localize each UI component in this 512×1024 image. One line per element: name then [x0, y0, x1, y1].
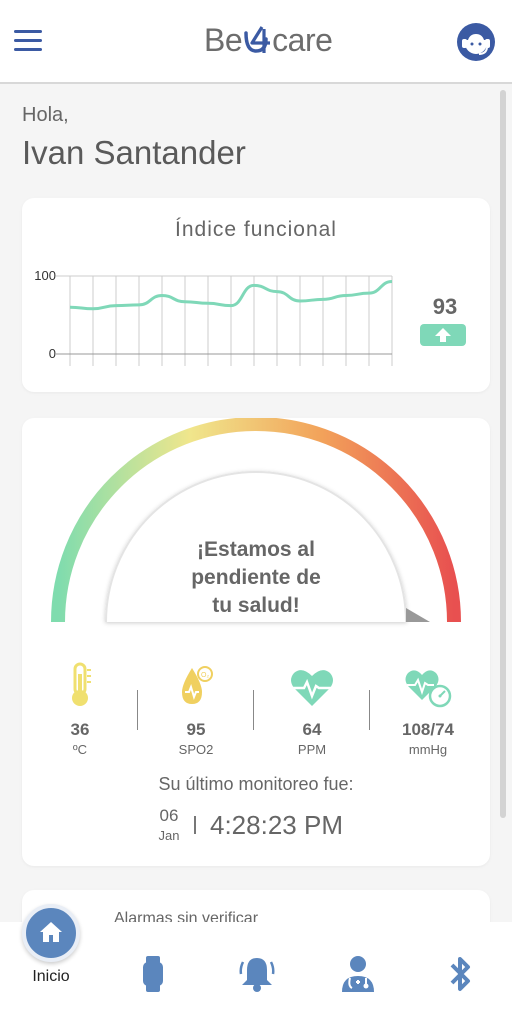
bottom-navigation: Inicio: [0, 904, 512, 1024]
hamburger-menu-icon[interactable]: [14, 30, 46, 56]
vital-unit: PPM: [297, 742, 327, 757]
greeting-text: Hola,: [22, 104, 69, 126]
vitals-row: 36 ºC O₂ 95 SPO2 64 PPM 108/74 mmHg: [22, 660, 490, 760]
logo-suffix: care: [272, 22, 333, 58]
user-name: Ivan Santander: [22, 134, 246, 171]
home-label[interactable]: Inicio: [22, 968, 80, 986]
vital-value: 95: [186, 720, 206, 739]
vital-value: 64: [302, 720, 322, 739]
smartwatch-icon: [143, 956, 163, 992]
trend-badge: [420, 324, 466, 346]
nav-doctor[interactable]: [338, 954, 378, 999]
vital-unit: ºC: [72, 742, 88, 757]
scrollbar[interactable]: [500, 90, 506, 818]
doctor-icon: [342, 956, 374, 992]
svg-text:O₂: O₂: [201, 672, 209, 679]
gauge-message-line-2: pendiente de: [191, 566, 321, 589]
vital-value: 36: [70, 720, 90, 739]
vital-unit: mmHg: [408, 742, 448, 757]
gauge-message-line-1: ¡Estamos al: [197, 538, 315, 561]
home-icon: [40, 922, 62, 942]
functional-index-chart: 0 100: [34, 268, 393, 366]
last-monitoring-month: Jan: [158, 828, 180, 843]
gauge-message-line-3: tu salud!: [212, 594, 300, 617]
last-monitoring-label: Su último monitoreo fue:: [158, 774, 354, 794]
app-logo: Be care: [204, 22, 333, 62]
vital-temperature[interactable]: 36 ºC: [22, 660, 138, 757]
thermometer-icon: [72, 662, 91, 706]
nav-alarms[interactable]: [238, 954, 276, 999]
bluetooth-icon: [450, 957, 470, 991]
date-time-divider: [194, 816, 196, 834]
gauge-message: ¡Estamos al pendiente de tu salud!: [156, 536, 356, 620]
vital-value: 108/74: [402, 720, 454, 739]
last-monitoring-time: 4:28:23 PM: [210, 810, 343, 840]
app-header: Be care: [0, 0, 512, 84]
bell-icon: [239, 958, 275, 992]
y-tick-label: 100: [34, 268, 56, 283]
nav-bluetooth[interactable]: [448, 954, 474, 999]
last-monitoring-day: 06: [159, 806, 179, 825]
nav-devices[interactable]: [140, 954, 166, 999]
arrow-up-icon: [435, 328, 451, 342]
headset-support-icon[interactable]: [456, 22, 496, 62]
logo-four-glyph-icon: [244, 26, 271, 53]
gauge-needle-icon: [406, 608, 430, 622]
health-status-card: ¡Estamos al pendiente de tu salud! 36 ºC: [22, 418, 490, 866]
vital-blood-pressure[interactable]: 108/74 mmHg: [370, 660, 486, 757]
blood-pressure-icon: [405, 670, 452, 708]
oxygen-drop-icon: O₂: [182, 666, 213, 704]
home-button[interactable]: [22, 904, 80, 962]
y-tick-label: 0: [49, 346, 56, 361]
functional-index-value: 93: [432, 294, 458, 319]
heart-pulse-icon: [291, 670, 333, 706]
functional-index-title: Índice funcional: [175, 218, 337, 241]
logo-prefix: Be: [204, 22, 243, 58]
vital-unit: SPO2: [178, 742, 214, 757]
vital-heart-rate[interactable]: 64 PPM: [254, 660, 370, 757]
functional-index-card[interactable]: Índice funcional 0 100 93: [22, 198, 490, 392]
vital-spo2[interactable]: O₂ 95 SPO2: [138, 660, 254, 757]
